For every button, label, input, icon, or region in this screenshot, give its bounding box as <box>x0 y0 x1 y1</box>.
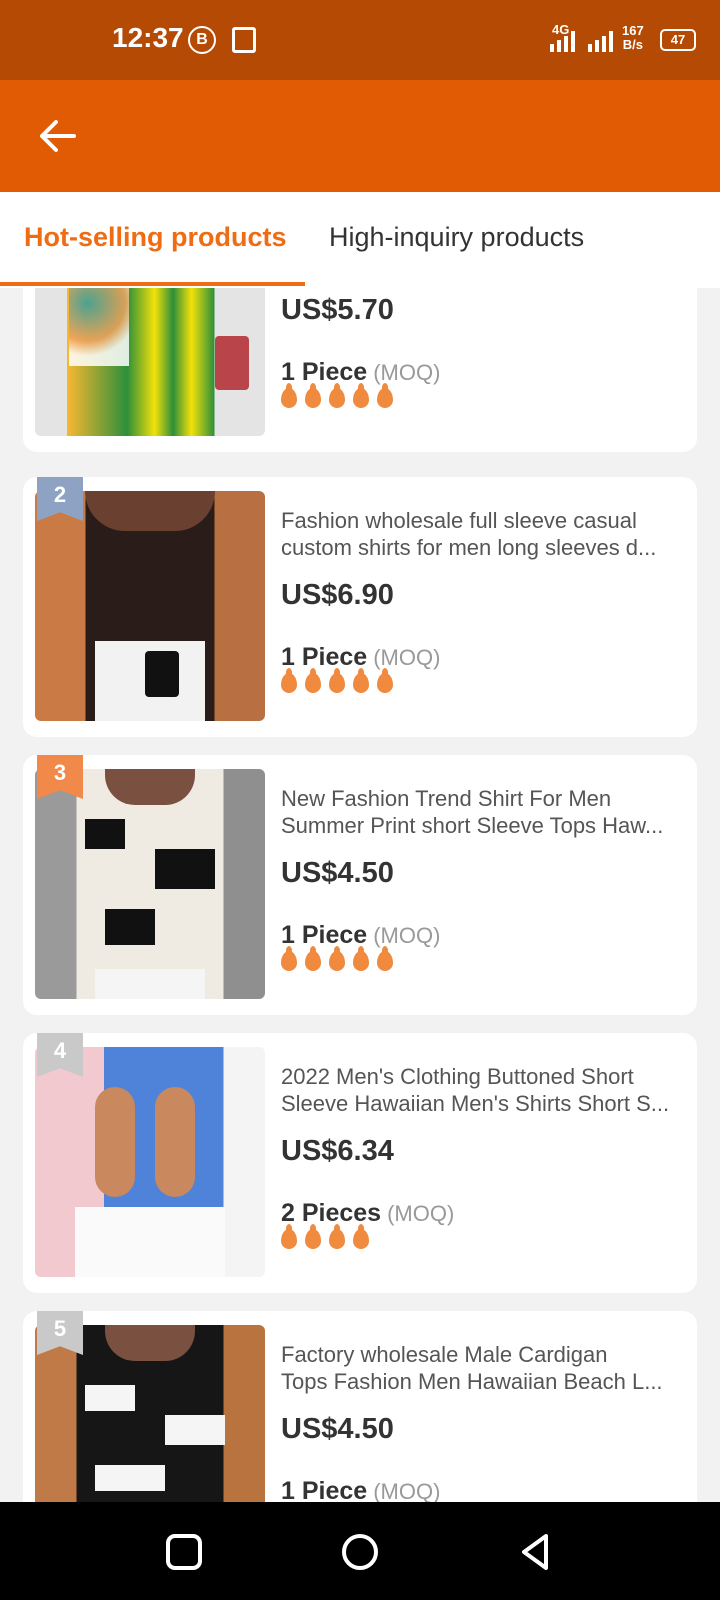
flame-icon <box>329 668 345 693</box>
product-moq: 1 Piece (MOQ) <box>281 1477 441 1502</box>
back-nav-icon[interactable] <box>516 1532 556 1572</box>
flame-icon <box>305 383 321 408</box>
flame-icon <box>329 383 345 408</box>
product-card[interactable]: 3 New Fashion Trend Shirt For Men Summer… <box>23 755 697 1015</box>
flame-icon <box>353 668 369 693</box>
network-speed: 167 B/s <box>622 23 644 52</box>
product-title[interactable]: Fashion wholesale full sleeve casual cus… <box>281 507 681 561</box>
back-arrow-icon[interactable] <box>32 110 84 162</box>
flame-icon <box>353 383 369 408</box>
b-notification-icon: B <box>188 26 216 54</box>
recent-apps-icon[interactable] <box>164 1532 204 1572</box>
flame-icon <box>377 668 393 693</box>
product-image[interactable] <box>35 491 265 721</box>
product-image[interactable] <box>35 769 265 999</box>
home-icon[interactable] <box>340 1532 380 1572</box>
system-nav-bar <box>0 1502 720 1600</box>
flame-icon <box>329 946 345 971</box>
flame-icon <box>377 946 393 971</box>
tab-hot-selling[interactable]: Hot-selling products <box>24 222 287 253</box>
flame-icon <box>281 1224 297 1249</box>
product-title[interactable]: New Fashion Trend Shirt For Men Summer P… <box>281 785 681 839</box>
product-image[interactable] <box>35 1325 265 1502</box>
status-bar: 12:37 B 4G 167 B/s 47 <box>0 0 720 80</box>
flame-icon <box>281 383 297 408</box>
flame-icon <box>353 1224 369 1249</box>
product-price: US$4.50 <box>281 857 394 889</box>
product-list[interactable]: US$5.70 1 Piece (MOQ) 2 Fashion wholesale… <box>0 288 720 1502</box>
product-price: US$4.50 <box>281 1413 394 1445</box>
flame-icon <box>329 1224 345 1249</box>
product-image[interactable] <box>35 1047 265 1277</box>
flame-icon <box>377 383 393 408</box>
product-image[interactable] <box>35 288 265 436</box>
product-card[interactable]: US$5.70 1 Piece (MOQ) <box>23 288 697 452</box>
app-notification-icon <box>232 27 256 53</box>
heat-rating <box>281 668 401 701</box>
clock: 12:37 <box>112 22 184 53</box>
flame-icon <box>353 946 369 971</box>
product-title[interactable]: 2022 Men's Clothing Buttoned Short Sleev… <box>281 1063 681 1117</box>
product-title[interactable]: Factory wholesale Male Cardigan Tops Fas… <box>281 1341 681 1395</box>
tab-high-inquiry[interactable]: High-inquiry products <box>329 222 584 253</box>
product-price: US$5.70 <box>281 294 394 326</box>
heat-rating <box>281 946 401 979</box>
product-card[interactable]: 2 Fashion wholesale full sleeve casual c… <box>23 477 697 737</box>
product-price: US$6.34 <box>281 1135 394 1167</box>
flame-icon <box>281 668 297 693</box>
product-card[interactable]: 4 2022 Men's Clothing Buttoned Short Sle… <box>23 1033 697 1293</box>
signal-icon-2 <box>588 31 613 52</box>
product-card[interactable]: 5 Factory wholesale Male Cardigan Tops F… <box>23 1311 697 1502</box>
product-moq: 2 Pieces (MOQ) <box>281 1199 455 1227</box>
flame-icon <box>305 1224 321 1249</box>
heat-rating <box>281 1224 377 1257</box>
battery-icon: 47 <box>660 29 696 51</box>
flame-icon <box>305 946 321 971</box>
heat-rating <box>281 383 401 416</box>
active-tab-indicator <box>0 282 305 286</box>
signal-icon <box>550 31 575 52</box>
product-price: US$6.90 <box>281 579 394 611</box>
flame-icon <box>281 946 297 971</box>
tab-bar: Hot-selling products High-inquiry produc… <box>0 192 720 288</box>
flame-icon <box>305 668 321 693</box>
app-bar <box>0 80 720 192</box>
